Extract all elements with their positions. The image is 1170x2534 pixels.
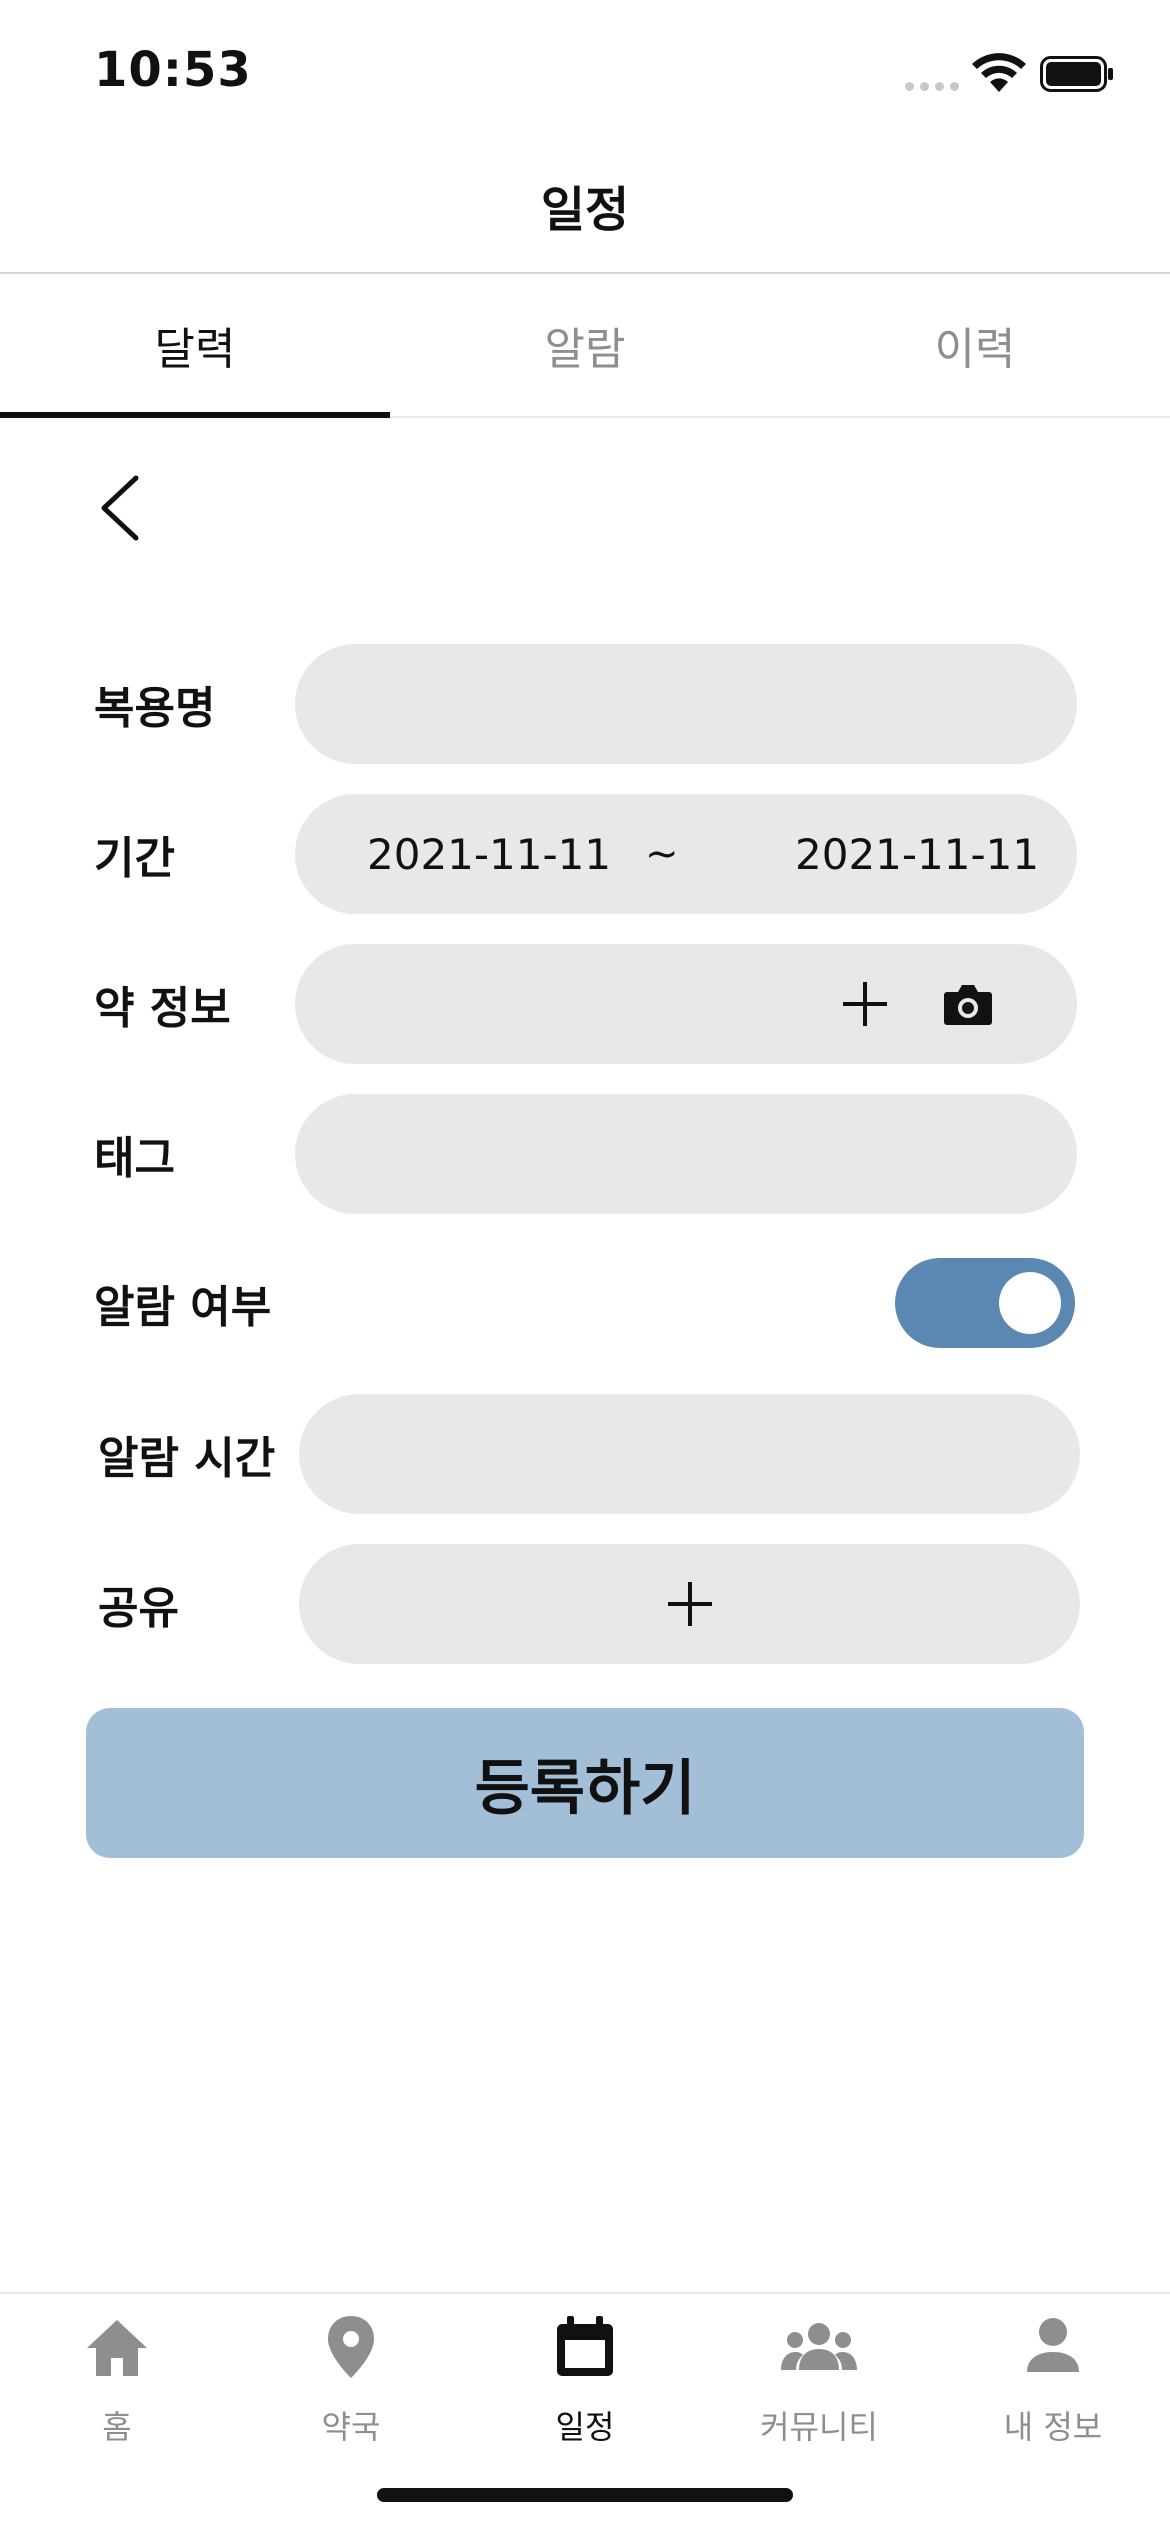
camera-icon[interactable] bbox=[943, 982, 993, 1026]
share-field[interactable] bbox=[299, 1544, 1080, 1664]
tab-alarm[interactable]: 알람 bbox=[390, 274, 780, 416]
wifi-icon bbox=[972, 53, 1026, 92]
drug-info-input[interactable] bbox=[295, 944, 1077, 1064]
calendar-icon bbox=[557, 2316, 613, 2376]
add-share-plus-icon[interactable] bbox=[668, 1582, 712, 1626]
period-separator: ~ bbox=[645, 831, 679, 877]
period-field: 2021-11-11 ~ 2021-11-11 bbox=[295, 794, 1077, 914]
toggle-knob bbox=[999, 1272, 1061, 1334]
tab-history[interactable]: 이력 bbox=[780, 274, 1170, 416]
nav-pharmacy[interactable]: 약국 bbox=[234, 2314, 468, 2454]
tag-row: 태그 bbox=[0, 1094, 1170, 1214]
page-title: 일정 bbox=[540, 182, 630, 238]
medication-name-label: 복용명 bbox=[94, 683, 216, 734]
person-icon bbox=[1027, 2318, 1079, 2372]
nav-my-info[interactable]: 내 정보 bbox=[936, 2314, 1170, 2454]
status-time: 10:53 bbox=[94, 42, 252, 98]
medication-name-input[interactable] bbox=[295, 644, 1077, 764]
group-icon bbox=[781, 2323, 857, 2370]
back-chevron-icon[interactable] bbox=[92, 468, 152, 548]
drug-info-row: 약 정보 bbox=[0, 944, 1170, 1064]
nav-home[interactable]: 홈 bbox=[0, 2314, 234, 2454]
register-button[interactable]: 등록하기 bbox=[86, 1708, 1084, 1858]
nav-community-label: 커뮤니티 bbox=[760, 2408, 878, 2446]
location-pin-icon bbox=[328, 2316, 374, 2378]
nav-community[interactable]: 커뮤니티 bbox=[702, 2314, 936, 2454]
period-row: 기간 2021-11-11 ~ 2021-11-11 bbox=[0, 794, 1170, 914]
nav-schedule-label: 일정 bbox=[555, 2408, 615, 2446]
home-icon bbox=[87, 2320, 147, 2376]
nav-my-info-label: 내 정보 bbox=[1003, 2408, 1103, 2446]
nav-pharmacy-label: 약국 bbox=[321, 2408, 381, 2446]
share-label: 공유 bbox=[98, 1583, 179, 1634]
alarm-enabled-row: 알람 여부 bbox=[0, 1258, 1170, 1348]
home-indicator bbox=[377, 2488, 793, 2502]
period-label: 기간 bbox=[94, 833, 175, 884]
tab-calendar[interactable]: 달력 bbox=[0, 274, 390, 418]
period-end-date[interactable]: 2021-11-11 bbox=[795, 794, 1039, 914]
medication-name-row: 복용명 bbox=[0, 644, 1170, 764]
cellular-signal-icon bbox=[905, 82, 959, 91]
tab-bar: 달력 알람 이력 bbox=[0, 274, 1170, 418]
battery-icon bbox=[1040, 56, 1113, 92]
alarm-enabled-label: 알람 여부 bbox=[94, 1282, 272, 1333]
alarm-time-label: 알람 시간 bbox=[98, 1433, 276, 1484]
tag-label: 태그 bbox=[94, 1133, 175, 1184]
nav-schedule[interactable]: 일정 bbox=[468, 2314, 702, 2454]
tag-input[interactable] bbox=[295, 1094, 1077, 1214]
nav-home-label: 홈 bbox=[102, 2408, 132, 2446]
alarm-toggle[interactable] bbox=[895, 1258, 1075, 1348]
period-start-date[interactable]: 2021-11-11 bbox=[367, 794, 611, 914]
alarm-time-row: 알람 시간 bbox=[0, 1394, 1170, 1514]
share-row: 공유 bbox=[0, 1544, 1170, 1664]
add-drug-plus-icon[interactable] bbox=[843, 982, 887, 1026]
status-bar: 10:53 bbox=[0, 0, 1170, 150]
alarm-time-input[interactable] bbox=[299, 1394, 1080, 1514]
drug-info-label: 약 정보 bbox=[94, 983, 231, 1034]
